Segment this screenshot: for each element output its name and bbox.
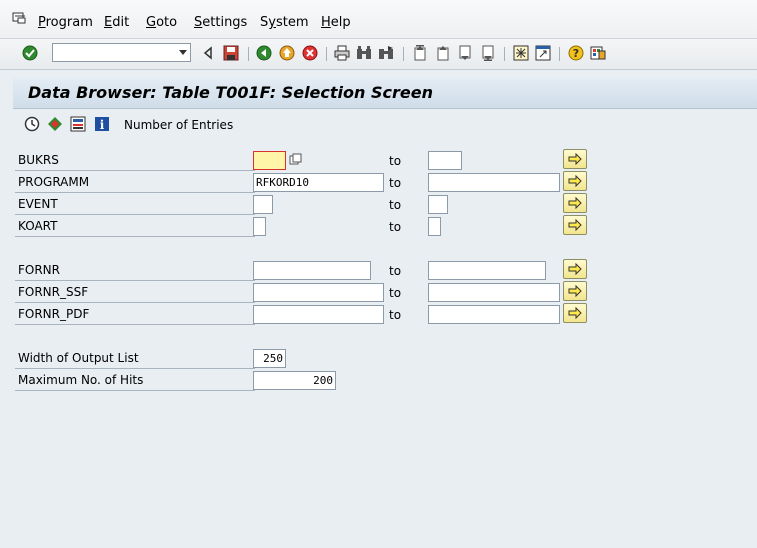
field-label: FORNR_PDF (18, 307, 90, 321)
arrow-right-icon (568, 153, 582, 165)
to-label: to (389, 286, 402, 300)
fornr-multiple-selection-button[interactable] (563, 259, 587, 279)
screen-title-bar: Data Browser: Table T001F: Selection Scr… (13, 78, 757, 109)
menu-help[interactable]: Help (321, 15, 351, 30)
programm-high-input[interactable] (428, 173, 560, 192)
bukrs-high-input[interactable] (428, 151, 462, 170)
to-label: to (389, 308, 402, 322)
arrow-right-icon (568, 197, 582, 209)
event-multiple-selection-button[interactable] (563, 193, 587, 213)
maximum-hits-label: Maximum No. of Hits (18, 373, 144, 387)
arrow-right-icon (568, 307, 582, 319)
selection-row-bukrs: BUKRS (15, 150, 255, 171)
to-label: to (389, 198, 402, 212)
arrow-right-icon (568, 175, 582, 187)
selection-row-fornr: FORNR (15, 260, 255, 281)
fornr-high-input[interactable] (428, 261, 546, 280)
to-label: to (389, 176, 402, 190)
enter-icon[interactable] (21, 44, 39, 62)
menu-edit[interactable]: Edit (104, 15, 129, 30)
fornr-ssf-multiple-selection-button[interactable] (563, 281, 587, 301)
event-low-input[interactable] (253, 195, 273, 214)
field-label: FORNR_SSF (18, 285, 89, 299)
to-label: to (389, 264, 402, 278)
fornr-ssf-low-input[interactable] (253, 283, 384, 302)
bukrs-low-input[interactable] (253, 151, 286, 170)
command-field[interactable] (52, 43, 191, 62)
menu-goto[interactable]: Goto (146, 15, 177, 30)
field-label: PROGRAMM (18, 175, 90, 189)
maximum-hits-row: Maximum No. of Hits (15, 370, 255, 391)
selection-row-fornr-ssf: FORNR_SSF (15, 282, 255, 303)
field-label: EVENT (18, 197, 58, 211)
width-of-output-list-row: Width of Output List (15, 348, 255, 369)
bukrs-multiple-selection-button[interactable] (563, 149, 587, 169)
fornr-pdf-high-input[interactable] (428, 305, 560, 324)
selection-row-event: EVENT (15, 194, 255, 215)
width-of-output-list-label: Width of Output List (18, 351, 139, 365)
arrow-right-icon (568, 263, 582, 275)
fornr-low-input[interactable] (253, 261, 371, 280)
chevron-down-icon[interactable] (179, 50, 187, 55)
arrow-right-icon (568, 219, 582, 231)
field-label: FORNR (18, 263, 60, 277)
maximum-hits-input[interactable]: 200 (253, 371, 336, 390)
menu-program[interactable]: Program (38, 15, 93, 30)
field-label: KOART (18, 219, 58, 233)
fornr-ssf-high-input[interactable] (428, 283, 560, 302)
event-high-input[interactable] (428, 195, 448, 214)
application-toolbar: i Number of Entries (13, 110, 757, 140)
width-of-output-list-input[interactable]: 250 (253, 349, 286, 368)
koart-multiple-selection-button[interactable] (563, 215, 587, 235)
get-variant-icon[interactable] (47, 116, 63, 132)
multiple-selection-icon[interactable] (289, 153, 302, 166)
field-label: BUKRS (18, 153, 59, 167)
selection-row-koart: KOART (15, 216, 255, 237)
menu-system[interactable]: System (260, 15, 309, 30)
svg-text:i: i (100, 118, 105, 132)
save-variant-icon[interactable] (70, 116, 86, 132)
page-title: Data Browser: Table T001F: Selection Scr… (28, 83, 433, 102)
number-of-entries-button[interactable]: Number of Entries (124, 118, 233, 132)
selection-row-programm: PROGRAMM (15, 172, 255, 193)
fornr-pdf-low-input[interactable] (253, 305, 384, 324)
arrow-right-icon (568, 285, 582, 297)
to-label: to (389, 220, 402, 234)
info-icon[interactable]: i (94, 116, 110, 132)
system-menu-icon[interactable] (12, 12, 26, 24)
execute-icon[interactable] (24, 116, 40, 132)
koart-low-input[interactable] (253, 217, 266, 236)
menu-bar: Program Edit Goto Settings System Help (0, 0, 757, 39)
koart-high-input[interactable] (428, 217, 441, 236)
fornr-pdf-multiple-selection-button[interactable] (563, 303, 587, 323)
to-label: to (389, 154, 402, 168)
selection-row-fornr-pdf: FORNR_PDF (15, 304, 255, 325)
menu-settings[interactable]: Settings (194, 15, 247, 30)
programm-multiple-selection-button[interactable] (563, 171, 587, 191)
programm-low-input[interactable]: RFKORD10 (253, 173, 384, 192)
